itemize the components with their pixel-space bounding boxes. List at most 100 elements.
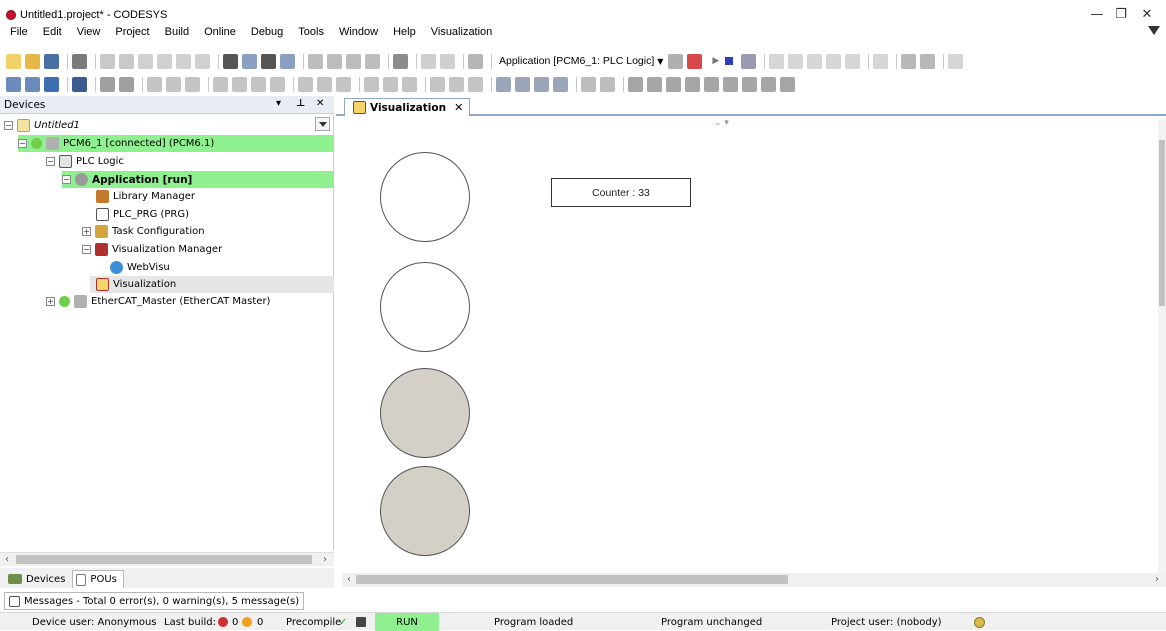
deselect-icon[interactable]	[600, 76, 615, 92]
expand-toggle[interactable]: +	[82, 227, 91, 236]
collapse-toggle[interactable]: −	[62, 175, 71, 184]
coil-icon[interactable]	[666, 76, 681, 92]
center-horizontal-icon[interactable]	[430, 76, 445, 92]
scroll-right-icon[interactable]: ›	[1150, 573, 1164, 587]
open-project-icon[interactable]	[25, 53, 40, 69]
active-application-selector[interactable]: Application [PCM6_1: PLC Logic]	[499, 55, 654, 67]
grid-icon[interactable]	[468, 76, 483, 92]
collapse-toggle[interactable]: −	[18, 139, 27, 148]
write-values-icon[interactable]	[873, 53, 889, 69]
bookmark-clear-icon[interactable]	[365, 53, 380, 69]
stop-icon[interactable]	[725, 57, 734, 65]
cut-icon[interactable]	[138, 53, 153, 69]
canvas-horizontal-scrollbar[interactable]: ‹ ›	[342, 573, 1166, 587]
one-backward-icon[interactable]	[553, 76, 568, 92]
tree-node-task-configuration[interactable]: + Task Configuration	[82, 223, 312, 240]
send-back-icon[interactable]	[515, 76, 530, 92]
bookmark-prev-icon[interactable]	[346, 53, 361, 69]
scrollbar-thumb[interactable]	[16, 555, 312, 564]
replace-next-icon[interactable]	[280, 53, 295, 69]
save-icon[interactable]	[44, 53, 59, 69]
scrollbar-thumb[interactable]	[356, 575, 788, 584]
login-icon[interactable]	[668, 53, 684, 69]
visualization-canvas[interactable]: ⌄ ▾ Counter : 33	[336, 118, 1166, 572]
tree-node-pcm6-device[interactable]: − PCM6_1 [connected] (PCM6.1)	[18, 135, 334, 152]
space-vertical-icon[interactable]	[317, 76, 332, 92]
device-tree-horizontal-scrollbar[interactable]: ‹ ›	[0, 552, 334, 566]
move-down-icon[interactable]	[761, 76, 776, 92]
logout-icon[interactable]	[687, 53, 703, 69]
space-even-icon[interactable]	[336, 76, 351, 92]
messages-tab[interactable]: Messages - Total 0 error(s), 0 warning(s…	[4, 592, 305, 610]
ungroup-icon[interactable]	[119, 76, 134, 92]
set-coil-icon[interactable]	[704, 76, 719, 92]
select-all-icon[interactable]	[581, 76, 596, 92]
pin-icon[interactable]: ⊥	[296, 98, 305, 109]
menu-online[interactable]: Online	[204, 26, 236, 38]
step-out-icon[interactable]	[826, 53, 842, 69]
align-top-icon[interactable]	[213, 76, 228, 92]
precompile-ok-icon[interactable]: ✓	[339, 613, 347, 631]
menu-file[interactable]: File	[10, 26, 28, 38]
same-height-icon[interactable]	[383, 76, 398, 92]
tree-dropdown-button[interactable]	[315, 117, 330, 131]
flow-control-icon[interactable]	[948, 53, 964, 69]
canvas-collapse-handle[interactable]: ⌄ ▾	[714, 118, 729, 128]
expand-toggle[interactable]: +	[46, 297, 55, 306]
tree-node-project[interactable]: − Untitled1	[4, 117, 304, 134]
menu-help[interactable]: Help	[393, 26, 416, 38]
print-icon[interactable]	[72, 53, 87, 69]
group-icon[interactable]	[100, 76, 115, 92]
align-middle-icon[interactable]	[232, 76, 247, 92]
step-over-icon[interactable]	[788, 53, 804, 69]
tree-node-visualization[interactable]: Visualization	[90, 276, 334, 293]
tab-visualization[interactable]: Visualization ✕	[344, 98, 470, 116]
align-bottom-icon[interactable]	[251, 76, 266, 92]
contact-negated-icon[interactable]	[647, 76, 662, 92]
active-app-icon[interactable]	[468, 53, 483, 69]
redo-icon[interactable]	[119, 53, 134, 69]
contact-icon[interactable]	[628, 76, 643, 92]
bookmark-icon[interactable]	[308, 53, 323, 69]
align-center-icon[interactable]	[166, 76, 181, 92]
reset-coil-icon[interactable]	[723, 76, 738, 92]
menu-edit[interactable]: Edit	[43, 26, 62, 38]
toolbox-icon[interactable]	[72, 76, 87, 92]
menu-debug[interactable]: Debug	[251, 26, 283, 38]
align-right-icon[interactable]	[185, 76, 200, 92]
interface-editor-icon[interactable]	[25, 76, 40, 92]
step-into-icon[interactable]	[807, 53, 823, 69]
undo-icon[interactable]	[100, 53, 115, 69]
bring-front-icon[interactable]	[496, 76, 511, 92]
find-icon[interactable]	[223, 53, 238, 69]
tree-node-library-manager[interactable]: Library Manager	[96, 188, 316, 205]
element-list-icon[interactable]	[6, 76, 21, 92]
unforce-icon[interactable]	[920, 53, 936, 69]
pane-menu-icon[interactable]: ▾	[276, 98, 281, 109]
bookmark-next-icon[interactable]	[327, 53, 342, 69]
copy-icon[interactable]	[157, 53, 172, 69]
menu-window[interactable]: Window	[339, 26, 378, 38]
start-icon[interactable]: ▶	[712, 56, 719, 66]
collapse-toggle[interactable]: −	[46, 157, 55, 166]
scroll-left-icon[interactable]: ‹	[342, 573, 356, 587]
breakpoint-icon[interactable]	[769, 53, 785, 69]
scroll-right-icon[interactable]: ›	[318, 553, 332, 567]
canvas-vertical-scrollbar[interactable]	[1158, 118, 1166, 574]
customize-filter-icon[interactable]	[1148, 26, 1160, 35]
same-size-icon[interactable]	[270, 76, 285, 92]
run-to-cursor-icon[interactable]	[845, 53, 861, 69]
move-up-icon[interactable]	[742, 76, 757, 92]
chevron-down-icon[interactable]: ▼	[657, 57, 663, 66]
close-tab-icon[interactable]: ✕	[454, 101, 463, 114]
lamp-2[interactable]	[380, 262, 470, 352]
window-icon[interactable]	[393, 53, 408, 69]
scroll-left-icon[interactable]: ‹	[0, 553, 14, 567]
space-horizontal-icon[interactable]	[298, 76, 313, 92]
one-forward-icon[interactable]	[534, 76, 549, 92]
menu-visualization[interactable]: Visualization	[431, 26, 493, 38]
lock-icon[interactable]	[356, 613, 366, 631]
same-width-icon[interactable]	[364, 76, 379, 92]
tree-node-plc-logic[interactable]: − PLC Logic	[46, 153, 306, 170]
user-shield-icon[interactable]	[974, 613, 985, 631]
